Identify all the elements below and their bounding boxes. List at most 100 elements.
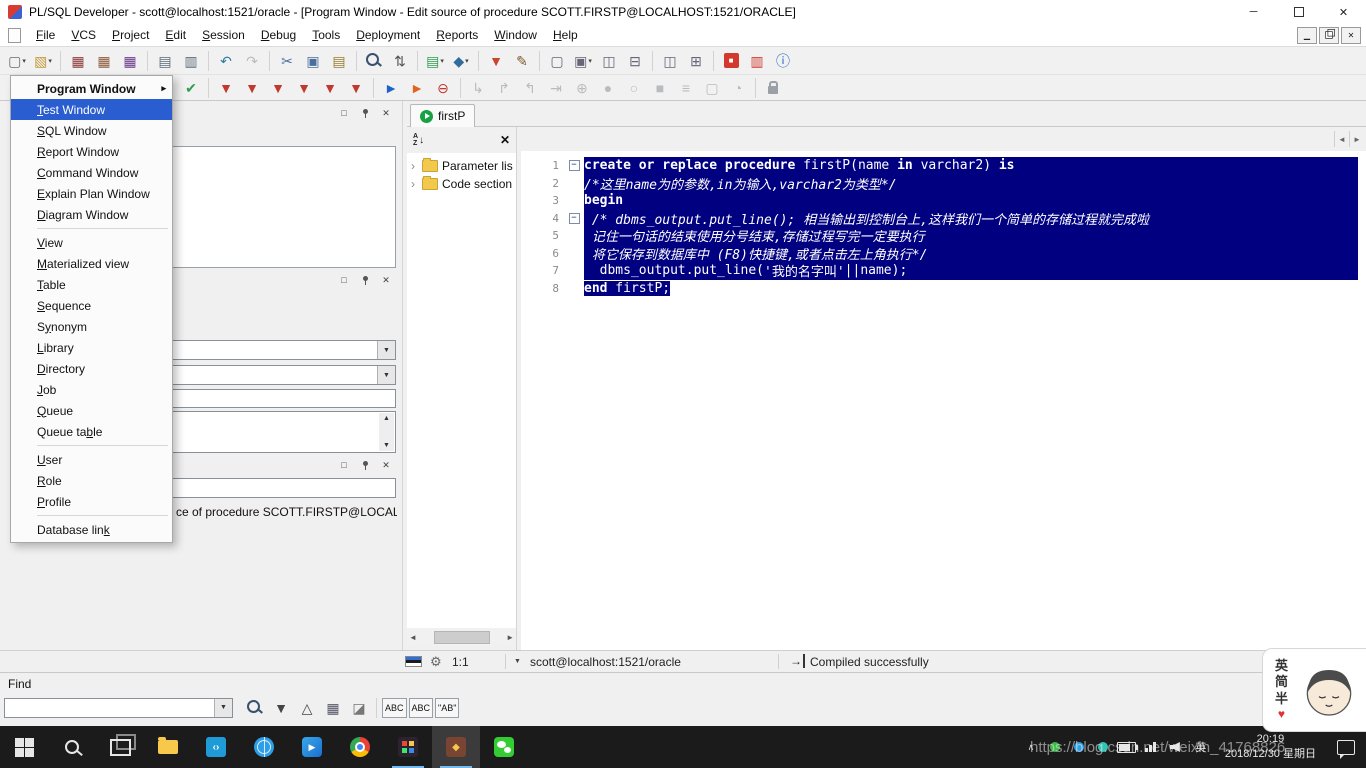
window-cascade-dropdown[interactable]: ▣ ▾	[571, 50, 595, 72]
menu-item-directory[interactable]: Directory	[11, 358, 172, 379]
file-explorer-button[interactable]	[144, 726, 192, 768]
menubar-item-window[interactable]: Window	[486, 25, 545, 45]
code-text[interactable]: dbms_output.put_line('我的名字叫' ||name);	[584, 262, 1358, 280]
fold-marker[interactable]: −	[564, 160, 584, 172]
code-text[interactable]: 将它保存到数据库中 (F8)快捷键,或者点击左上角执行*/	[584, 244, 1358, 263]
code-editor-app-button[interactable]: ‹›	[192, 726, 240, 768]
beautifier-button[interactable]: ▼	[214, 77, 238, 99]
save-all-button[interactable]: ▦	[118, 50, 142, 72]
network-indicator[interactable]	[1139, 726, 1163, 768]
save-button[interactable]: ▦	[66, 50, 90, 72]
copy-button[interactable]: ▣	[301, 50, 325, 72]
print-preview-button[interactable]: ▥	[179, 50, 203, 72]
stop-refresh-button[interactable]: ■	[719, 50, 743, 72]
templates-button[interactable]: ▼	[344, 77, 368, 99]
language-indicator[interactable]: 英	[1187, 726, 1215, 768]
media-player-app-button[interactable]: ▶	[288, 726, 336, 768]
menu-item-sql-window[interactable]: SQL Window	[11, 120, 172, 141]
restore-button[interactable]	[1276, 0, 1321, 24]
timer-button[interactable]: ▥	[745, 50, 769, 72]
menu-item-report-window[interactable]: Report Window	[11, 141, 172, 162]
profiler-button[interactable]: ◔	[726, 77, 750, 99]
match-case-toggle[interactable]: ABC	[382, 697, 407, 718]
menu-item-role[interactable]: Role	[11, 470, 172, 491]
wrench-icon[interactable]: ⚙	[430, 654, 442, 670]
scroll-right-button[interactable]: ►	[1349, 131, 1364, 147]
menu-item-job[interactable]: Job	[11, 379, 172, 400]
menu-item-queue-table[interactable]: Queue table	[11, 421, 172, 442]
macro-record-button[interactable]: ▼	[266, 77, 290, 99]
open-file-button[interactable]: ▧ ▾	[31, 50, 55, 72]
toggle-breakpoint-button[interactable]: ●	[596, 77, 620, 99]
describe-dropdown-button[interactable]: ▤ ▾	[423, 50, 447, 72]
menu-item-table[interactable]: Table	[11, 274, 172, 295]
menu-item-diagram-window[interactable]: Diagram Window	[11, 204, 172, 225]
mdi-restore-button[interactable]	[1319, 26, 1339, 44]
cut-button[interactable]: ✂	[275, 50, 299, 72]
code-text[interactable]: 记住一句话的结束使用分号结束,存储过程写完一定要执行	[584, 227, 1358, 245]
run-to-cursor-button[interactable]: ⇥	[544, 77, 568, 99]
tray-icon-messaging[interactable]	[1043, 726, 1067, 768]
syntax-check-button[interactable]: ✔	[179, 77, 203, 99]
print-button[interactable]: ▤	[153, 50, 177, 72]
clear-breakpoints-button[interactable]: ○	[622, 77, 646, 99]
start-button[interactable]	[0, 726, 48, 768]
volume-indicator[interactable]	[1163, 726, 1187, 768]
tray-icon-app-teal[interactable]	[1091, 726, 1115, 768]
menubar-item-deployment[interactable]: Deployment	[348, 25, 428, 45]
tab-firstp[interactable]: firstP	[410, 104, 476, 127]
code-editor[interactable]: 1− create or replace procedure firstP(nam…	[521, 151, 1366, 650]
sort-toolbar-button[interactable]: ⇅	[388, 50, 412, 72]
dock-maximize-button[interactable]: □	[338, 274, 350, 286]
window-new-button[interactable]: ▢	[545, 50, 569, 72]
beautifier-options-button[interactable]: ▼	[240, 77, 264, 99]
menu-item-command-window[interactable]: Command Window	[11, 162, 172, 183]
menubar-item-session[interactable]: Session	[194, 25, 253, 45]
browser-dropdown-button[interactable]: ◆ ▾	[449, 50, 473, 72]
menu-item-materialized-view[interactable]: Materialized view	[11, 253, 172, 274]
find-next-button[interactable]	[243, 697, 267, 719]
menubar-item-reports[interactable]: Reports	[428, 25, 486, 45]
plsql-developer-app-button[interactable]: ◆	[432, 726, 480, 768]
new-document-button[interactable]: ▢ ▾	[5, 50, 29, 72]
whole-word-toggle[interactable]: ABC	[408, 697, 434, 718]
close-pane-button[interactable]: ✕	[500, 133, 510, 147]
mark-all-button[interactable]: ▦	[321, 697, 345, 719]
save-as-button[interactable]: ▦	[92, 50, 116, 72]
scroll-left-button[interactable]: ◄	[1334, 131, 1349, 147]
tree-item-parameter-lis[interactable]: › Parameter lis	[407, 157, 516, 175]
macro-play-button[interactable]: ▼	[292, 77, 316, 99]
find-input[interactable]: ▼	[4, 697, 233, 718]
edit-data-button[interactable]: ✎	[510, 50, 534, 72]
menubar-item-tools[interactable]: Tools	[304, 25, 348, 45]
menubar-item-edit[interactable]: Edit	[157, 25, 194, 45]
dock-maximize-button[interactable]: □	[338, 459, 350, 471]
dock-pin-button[interactable]	[359, 274, 371, 286]
menu-item-queue[interactable]: Queue	[11, 400, 172, 421]
output-button[interactable]: ≡	[674, 77, 698, 99]
dock-pin-button[interactable]	[359, 107, 371, 119]
dock-maximize-button[interactable]: □	[338, 107, 350, 119]
action-center-button[interactable]	[1326, 726, 1366, 768]
tree-horizontal-scrollbar[interactable]: ◄ ►	[407, 628, 516, 646]
clock[interactable]: 20:19 2018/12/30 星期日	[1215, 726, 1326, 768]
window-tile-horizontal-button[interactable]: ◫	[597, 50, 621, 72]
battery-indicator[interactable]	[1115, 726, 1139, 768]
direction-down-button[interactable]: ▼	[269, 697, 293, 719]
sort-button[interactable]: AZ ↓	[413, 133, 424, 147]
chrome-button[interactable]	[336, 726, 384, 768]
snippets-button[interactable]: ▼	[318, 77, 342, 99]
messages-button[interactable]: ▢	[700, 77, 724, 99]
menu-item-sequence[interactable]: Sequence	[11, 295, 172, 316]
menubar-item-project[interactable]: Project	[104, 25, 157, 45]
menu-item-explain-plan-window[interactable]: Explain Plan Window	[11, 183, 172, 204]
wechat-button[interactable]	[480, 726, 528, 768]
menubar-item-help[interactable]: Help	[545, 25, 586, 45]
mdi-close-button[interactable]: ✕	[1341, 26, 1361, 44]
browser-app-button[interactable]	[240, 726, 288, 768]
filter-button[interactable]: ▼	[484, 50, 508, 72]
list-scrollbar[interactable]: ▲ ▼	[379, 413, 394, 451]
menu-item-library[interactable]: Library	[11, 337, 172, 358]
menu-item-test-window[interactable]: Test Window	[11, 99, 172, 120]
clear-highlight-button[interactable]: ◪	[347, 697, 371, 719]
